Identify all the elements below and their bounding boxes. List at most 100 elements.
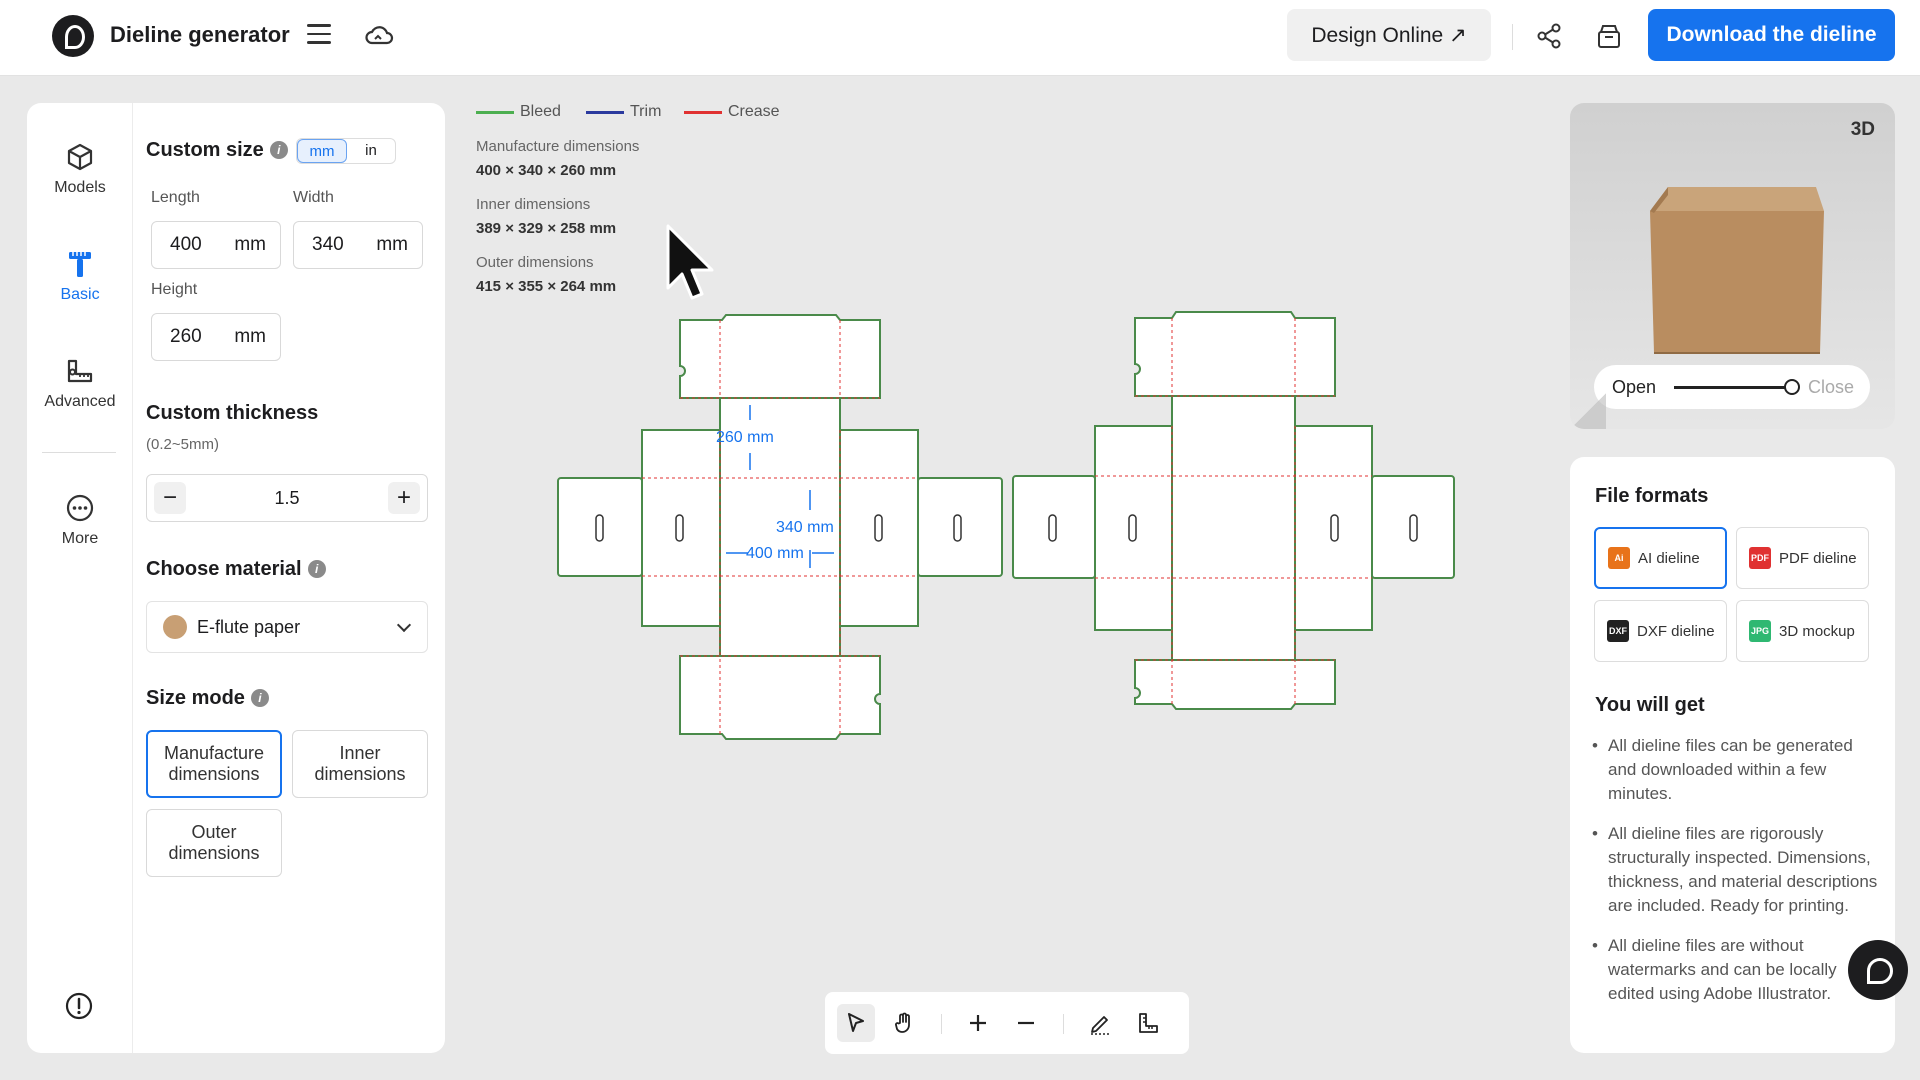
sidebar-item-label: More — [61, 530, 99, 547]
length-label: Length — [151, 189, 200, 206]
box-mockup — [1650, 187, 1824, 354]
width-value: 340 — [312, 234, 344, 255]
format-3d-mockup-button[interactable]: JPG 3D mockup — [1736, 600, 1869, 662]
thickness-stepper: − 1.5 + — [146, 474, 428, 522]
material-heading: Choose material i — [146, 558, 326, 581]
outer-dimensions-value: 415 × 355 × 264 mm — [476, 278, 617, 295]
crease-swatch — [684, 110, 722, 114]
measure-tool[interactable] — [1129, 1004, 1167, 1042]
mode-outer-button[interactable]: Outer dimensions — [146, 809, 282, 877]
mode-manufacture-button[interactable]: Manufacture dimensions — [146, 730, 282, 798]
select-tool[interactable] — [837, 1004, 875, 1042]
unit-mm-option[interactable]: mm — [297, 139, 347, 163]
sidebar-item-label: Advanced — [44, 393, 116, 410]
width-dimension-label: 340 mm — [776, 519, 834, 536]
open-label: Open — [1612, 377, 1657, 397]
trim-swatch — [586, 110, 624, 114]
unit-label: mm — [234, 326, 266, 347]
inner-dimensions-value: 389 × 329 × 258 mm — [476, 220, 617, 237]
format-ai-button[interactable]: Ai AI dieline — [1594, 527, 1727, 589]
jpg-file-icon: JPG — [1749, 620, 1771, 642]
manufacture-dimensions-value: 400 × 340 × 260 mm — [476, 162, 617, 179]
thickness-value[interactable]: 1.5 — [247, 488, 327, 509]
sidebar-item-label: Models — [54, 179, 106, 196]
file-formats-panel: File formats Ai AI dieline PDF PDF dieli… — [1570, 457, 1895, 1053]
3d-view-icon[interactable]: 3D — [1851, 119, 1875, 141]
dieline-canvas[interactable]: 260 mm 340 mm 400 mm — [550, 300, 1470, 750]
sidebar-item-more[interactable]: More — [27, 492, 133, 548]
benefits-list: All dieline files can be generated and d… — [1592, 734, 1878, 1022]
material-select[interactable]: E-flute paper — [146, 601, 428, 653]
sidebar-item-label: Basic — [60, 286, 100, 303]
format-pdf-button[interactable]: PDF PDF dieline — [1736, 527, 1869, 589]
divider — [1063, 1014, 1064, 1034]
you-will-get-heading: You will get — [1595, 694, 1705, 716]
bleed-swatch — [476, 110, 514, 114]
manufacture-dimensions: Manufacture dimensions 400 × 340 × 260 mm — [476, 135, 639, 183]
slider-handle[interactable] — [1784, 379, 1800, 395]
dieline-inside — [1012, 311, 1455, 710]
left-panel: Models Basic Advanced More Custom size i … — [27, 103, 445, 1053]
chevron-down-icon — [396, 617, 412, 633]
list-item: All dieline files are rigorously structu… — [1592, 822, 1878, 918]
unit-label: mm — [234, 234, 266, 255]
length-dimension-label: 400 mm — [746, 545, 804, 562]
file-formats-heading: File formats — [1595, 485, 1709, 507]
dxf-file-icon: DXF — [1607, 620, 1629, 642]
sidebar-item-models[interactable]: Models — [27, 141, 133, 197]
3d-preview[interactable]: 3D Open Close — [1570, 103, 1895, 429]
advanced-ruler-icon — [67, 359, 93, 383]
info-icon[interactable]: i — [307, 560, 326, 578]
top-bar: Dieline generator Design Online ↗ Downlo… — [0, 0, 1920, 76]
package-icon[interactable] — [1594, 21, 1624, 51]
feedback-icon[interactable] — [64, 991, 94, 1021]
material-swatch — [163, 615, 187, 639]
width-field[interactable]: 340 mm — [293, 221, 423, 269]
mode-inner-button[interactable]: Inner dimensions — [292, 730, 428, 798]
length-field[interactable]: 400 mm — [151, 221, 281, 269]
open-close-slider[interactable]: Open Close — [1594, 365, 1870, 409]
plus-icon — [970, 1015, 986, 1031]
zoom-out-tool[interactable] — [1007, 1004, 1045, 1042]
custom-size-heading: Custom size i — [146, 139, 288, 162]
close-label: Close — [1807, 377, 1854, 397]
sidebar-item-basic[interactable]: Basic — [27, 248, 133, 304]
format-dxf-button[interactable]: DXF DXF dieline — [1594, 600, 1727, 662]
design-online-button[interactable]: Design Online ↗ — [1287, 9, 1491, 61]
legend-bleed: Bleed — [476, 103, 561, 121]
legend-trim: Trim — [586, 103, 661, 121]
info-icon[interactable]: i — [250, 689, 269, 707]
outer-dimensions: Outer dimensions 415 × 355 × 264 mm — [476, 251, 616, 299]
decrement-button[interactable]: − — [154, 482, 186, 514]
share-icon[interactable] — [1534, 21, 1564, 51]
list-item: All dieline files can be generated and d… — [1592, 734, 1878, 806]
cloud-sync-icon[interactable] — [364, 20, 394, 50]
height-label: Height — [151, 281, 198, 298]
increment-button[interactable]: + — [388, 482, 420, 514]
thickness-range: (0.2~5mm) — [146, 436, 219, 453]
pan-tool[interactable] — [885, 1004, 923, 1042]
height-field[interactable]: 260 mm — [151, 313, 281, 361]
app-title: Dieline generator — [110, 22, 290, 47]
length-value: 400 — [170, 234, 202, 255]
menu-icon[interactable] — [307, 24, 331, 44]
download-dieline-button[interactable]: Download the dieline — [1648, 9, 1895, 61]
chat-icon[interactable] — [1848, 940, 1908, 1000]
height-dimension-label: 260 mm — [716, 429, 774, 446]
material-value: E-flute paper — [197, 616, 301, 637]
thickness-heading: Custom thickness — [146, 402, 319, 424]
list-item: All dieline files are without watermarks… — [1592, 934, 1878, 1006]
sidebar-item-advanced[interactable]: Advanced — [27, 355, 133, 411]
canvas-toolbar — [825, 992, 1189, 1054]
mouse-cursor-icon — [666, 224, 714, 300]
slider-track[interactable] — [1674, 386, 1789, 389]
zoom-in-tool[interactable] — [959, 1004, 997, 1042]
divider — [1512, 24, 1513, 50]
ai-file-icon: Ai — [1608, 547, 1630, 569]
ruler-icon — [69, 252, 91, 277]
logo-icon[interactable] — [52, 15, 94, 57]
draw-tool[interactable] — [1081, 1004, 1119, 1042]
resize-handle[interactable] — [1570, 393, 1606, 429]
unit-in-option[interactable]: in — [347, 139, 395, 163]
info-icon[interactable]: i — [269, 141, 288, 159]
